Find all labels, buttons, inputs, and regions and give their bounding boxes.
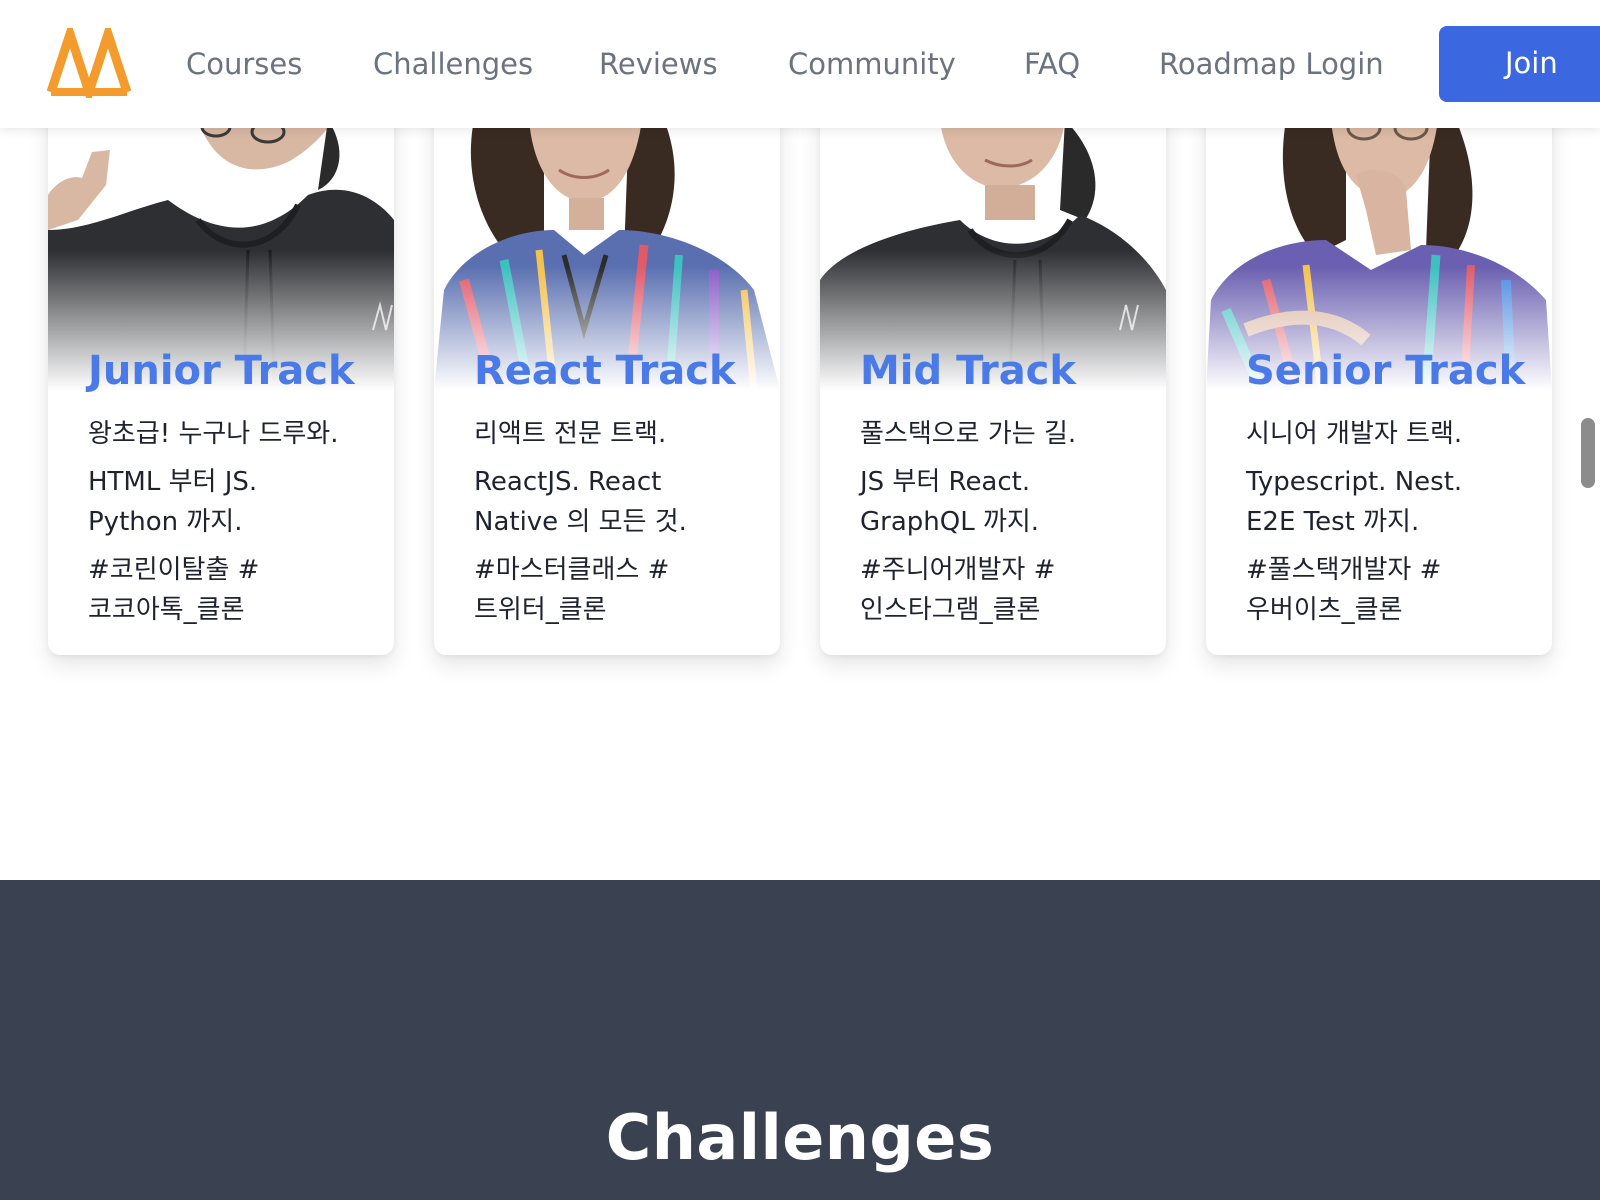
nav-challenges[interactable]: Challenges	[373, 42, 533, 86]
nomad-logo-icon[interactable]	[46, 19, 132, 107]
track-description: HTML 부터 JS.	[88, 467, 258, 497]
track-hashtags: #코린이탈출 #	[88, 555, 260, 585]
track-hashtags: 우버이츠_클론	[1246, 595, 1403, 625]
nav-community[interactable]: Community	[788, 42, 956, 86]
track-card-react[interactable]: React Track 리액트 전문 트랙. ReactJS. React Na…	[434, 80, 780, 655]
track-hashtags: #풀스택개발자 #	[1246, 555, 1442, 585]
track-title: Mid Track	[860, 348, 1076, 394]
track-hashtags: 코코아톡_클론	[88, 595, 245, 625]
track-description: Python 까지.	[88, 507, 243, 537]
track-title: React Track	[474, 348, 736, 394]
track-title: Senior Track	[1246, 348, 1526, 394]
track-hashtags: #주니어개발자 #	[860, 555, 1056, 585]
track-card-mid[interactable]: Mid Track 풀스택으로 가는 길. JS 부터 React. Graph…	[820, 80, 1166, 655]
track-tagline: 풀스택으로 가는 길.	[860, 419, 1077, 449]
challenges-section: Challenges	[0, 880, 1600, 1200]
page: Junior Track 왕초급! 누구나 드루와. HTML 부터 JS. P…	[0, 0, 1600, 1200]
nav-courses[interactable]: Courses	[186, 42, 302, 86]
track-hashtags: 트위터_클론	[474, 595, 607, 625]
site-header: Courses Challenges Reviews Community FAQ…	[0, 0, 1600, 128]
nav-faq[interactable]: FAQ	[1024, 42, 1080, 86]
nav-roadmap-login[interactable]: Roadmap Login	[1159, 42, 1384, 86]
track-description: GraphQL 까지.	[860, 507, 1040, 537]
track-description: Native 의 모든 것.	[474, 507, 687, 537]
track-description: ReactJS. React	[474, 467, 662, 497]
nav-reviews[interactable]: Reviews	[599, 42, 718, 86]
track-hashtags: #마스터클래스 #	[474, 555, 670, 585]
track-description: E2E Test 까지.	[1246, 507, 1420, 537]
track-description: JS 부터 React.	[860, 467, 1031, 497]
track-tagline: 리액트 전문 트랙.	[474, 419, 667, 449]
track-card-junior[interactable]: Junior Track 왕초급! 누구나 드루와. HTML 부터 JS. P…	[48, 80, 394, 655]
track-hashtags: 인스타그램_클론	[860, 595, 1041, 625]
track-description: Typescript. Nest.	[1246, 467, 1463, 497]
scrollbar-thumb[interactable]	[1581, 418, 1595, 488]
track-card-senior[interactable]: Senior Track 시니어 개발자 트랙. Typescript. Nes…	[1206, 80, 1552, 655]
join-button[interactable]: Join	[1439, 26, 1600, 102]
section-title: Challenges	[605, 1101, 995, 1174]
track-tagline: 시니어 개발자 트랙.	[1246, 419, 1463, 449]
track-tagline: 왕초급! 누구나 드루와.	[88, 419, 339, 449]
track-title: Junior Track	[88, 348, 355, 394]
